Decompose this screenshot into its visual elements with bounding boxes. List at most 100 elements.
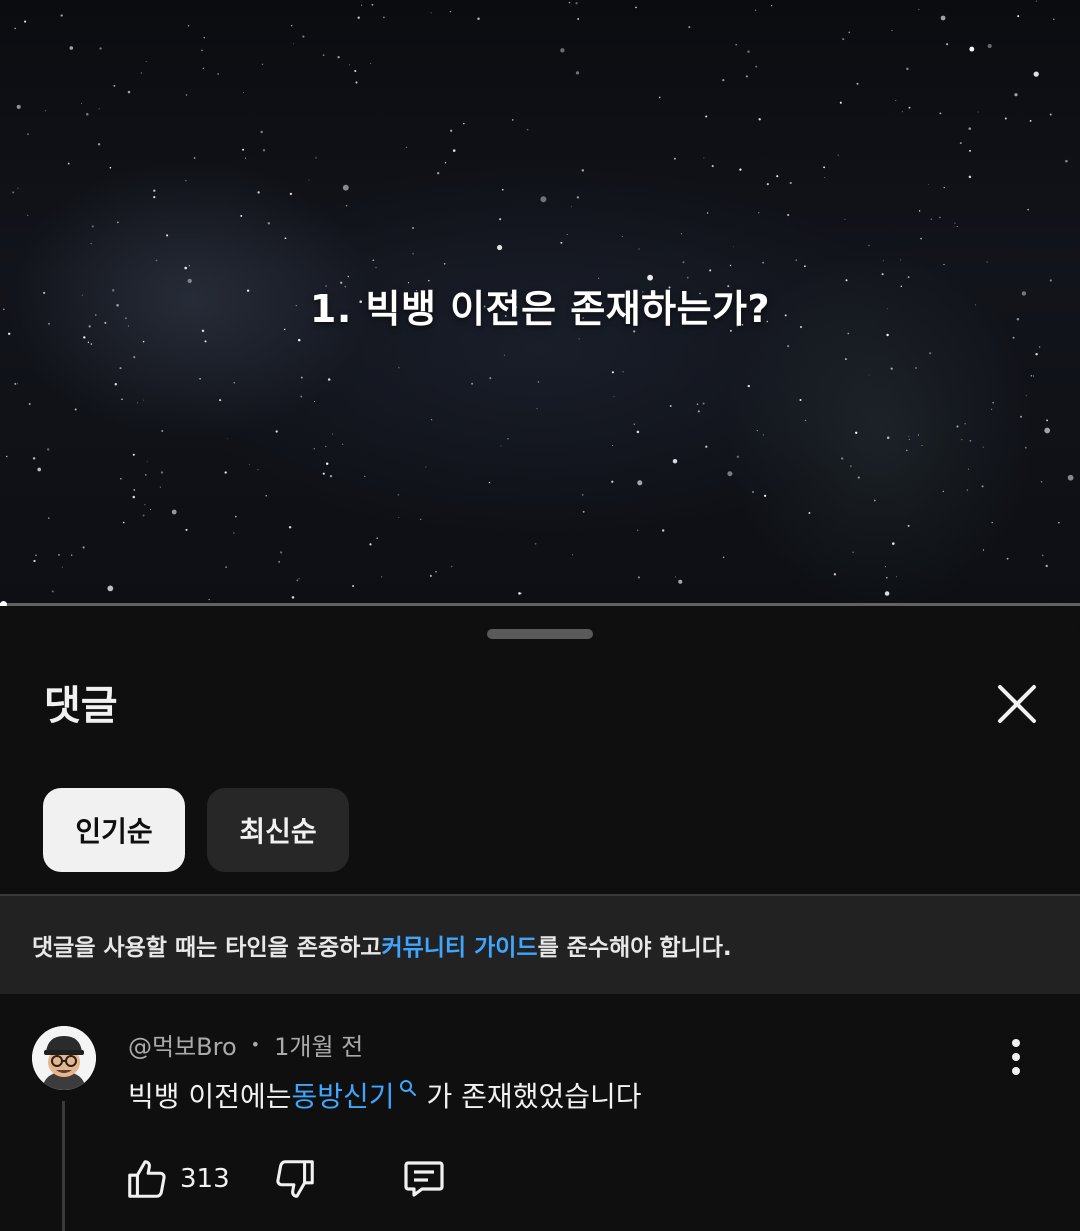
star [752,491,754,493]
star [300,376,303,379]
star [1053,18,1055,21]
star [637,529,639,531]
star [233,381,236,384]
star [153,195,156,199]
guideline-banner: 댓글을 사용할 때는 타인을 존중하고 커뮤니티 가이드 를 준수해야 합니다. [0,894,1080,994]
progress-bar[interactable] [0,601,1080,606]
star [756,429,759,432]
star [633,423,636,425]
star [45,110,47,112]
star [398,517,400,519]
star [808,512,811,514]
star [844,218,846,220]
star [895,100,897,102]
like-button[interactable]: 313 [124,1155,230,1203]
star [32,457,36,460]
more-options-button[interactable] [994,1035,1038,1079]
star [991,408,993,410]
star [145,474,147,476]
star [450,129,453,132]
star [1067,474,1074,481]
star [884,591,890,596]
video-player[interactable]: 1. 빅뱅 이전은 존재하는가? [0,0,1080,606]
community-guidelines-link[interactable]: 커뮤니티 가이드 [381,928,537,962]
star [337,56,340,59]
star [611,480,614,483]
star [90,243,92,245]
star [823,166,826,169]
star [672,458,678,464]
star [969,46,975,52]
star [208,599,210,601]
star [257,469,259,471]
dislike-button[interactable] [272,1155,318,1203]
star [954,222,956,224]
star [12,191,15,194]
star [982,446,984,448]
like-count: 313 [180,1164,230,1194]
star [14,27,16,30]
star [982,549,985,551]
star [956,425,959,428]
star [27,214,29,217]
star [566,233,568,236]
star [405,146,408,149]
drag-handle[interactable] [487,629,593,639]
sort-chip-newest[interactable]: 최신순 [207,788,349,872]
progress-scrubber[interactable] [0,601,8,606]
star [612,445,613,447]
star [575,2,578,5]
star [383,16,385,19]
star [763,494,767,497]
star [987,43,992,49]
star [302,35,305,38]
star [804,419,807,422]
star [582,510,585,513]
search-icon[interactable] [399,1071,417,1104]
star [35,554,37,557]
star [882,260,884,262]
star [161,429,164,433]
star [185,180,187,182]
star [248,463,250,465]
search-link[interactable]: 동방신기 [291,1075,394,1115]
star [537,381,540,383]
star [709,269,712,272]
star [450,565,453,568]
star [279,551,283,554]
star [682,261,685,264]
star [914,366,917,370]
star [920,237,922,240]
star [918,8,920,10]
star [613,395,615,397]
star [325,462,329,465]
avatar[interactable] [32,1026,96,1090]
guideline-text-after: 를 준수해야 합니다. [537,935,732,961]
star [804,265,806,268]
more-vert-icon-dot [1012,1053,1020,1061]
star [329,474,333,478]
star [240,214,243,217]
star [575,71,580,75]
star [444,162,447,164]
star [69,46,74,50]
comment-author[interactable]: @먹보Bro [128,1027,237,1062]
star [722,78,725,82]
comment-text-after: 가 존재했었습니다 [426,1080,642,1113]
star [1035,352,1038,356]
star [520,592,523,595]
close-button[interactable] [988,675,1046,733]
star [576,196,580,199]
star [204,340,207,343]
star [572,554,573,556]
sort-chip-popular[interactable]: 인기순 [43,788,185,872]
reply-button[interactable] [400,1155,448,1203]
star [1030,375,1033,377]
star [325,445,327,448]
star [577,18,580,20]
star [680,233,683,235]
star [795,259,797,261]
star [675,576,677,578]
star [224,471,227,474]
star [133,356,136,359]
